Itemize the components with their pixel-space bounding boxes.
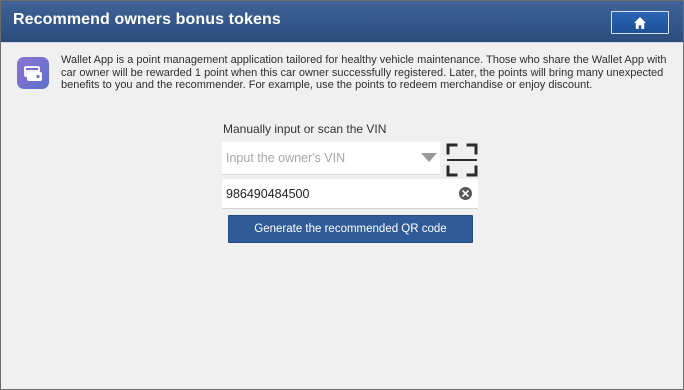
- vin-input[interactable]: 986490484500: [222, 179, 478, 209]
- home-button[interactable]: [611, 11, 669, 34]
- dropdown-arrow-icon[interactable]: [421, 153, 437, 162]
- app-description: Wallet App is a point management applica…: [61, 54, 667, 91]
- page-title: Recommend owners bonus tokens: [13, 11, 281, 28]
- vin-select[interactable]: Input the owner's VIN: [222, 142, 440, 175]
- clear-icon[interactable]: [459, 187, 472, 200]
- vin-input-value: 986490484500: [226, 187, 310, 201]
- wallet-app-icon: [17, 57, 49, 89]
- app-window: Recommend owners bonus tokens Wallet App…: [0, 0, 684, 390]
- vin-select-placeholder: Input the owner's VIN: [226, 151, 346, 165]
- generate-qr-button[interactable]: Generate the recommended QR code: [228, 215, 473, 243]
- vin-label: Manually input or scan the VIN: [223, 122, 387, 136]
- title-bar: Recommend owners bonus tokens: [1, 1, 683, 43]
- scan-icon[interactable]: [445, 142, 479, 178]
- main-content: Wallet App is a point management applica…: [1, 44, 683, 389]
- home-icon: [634, 16, 646, 29]
